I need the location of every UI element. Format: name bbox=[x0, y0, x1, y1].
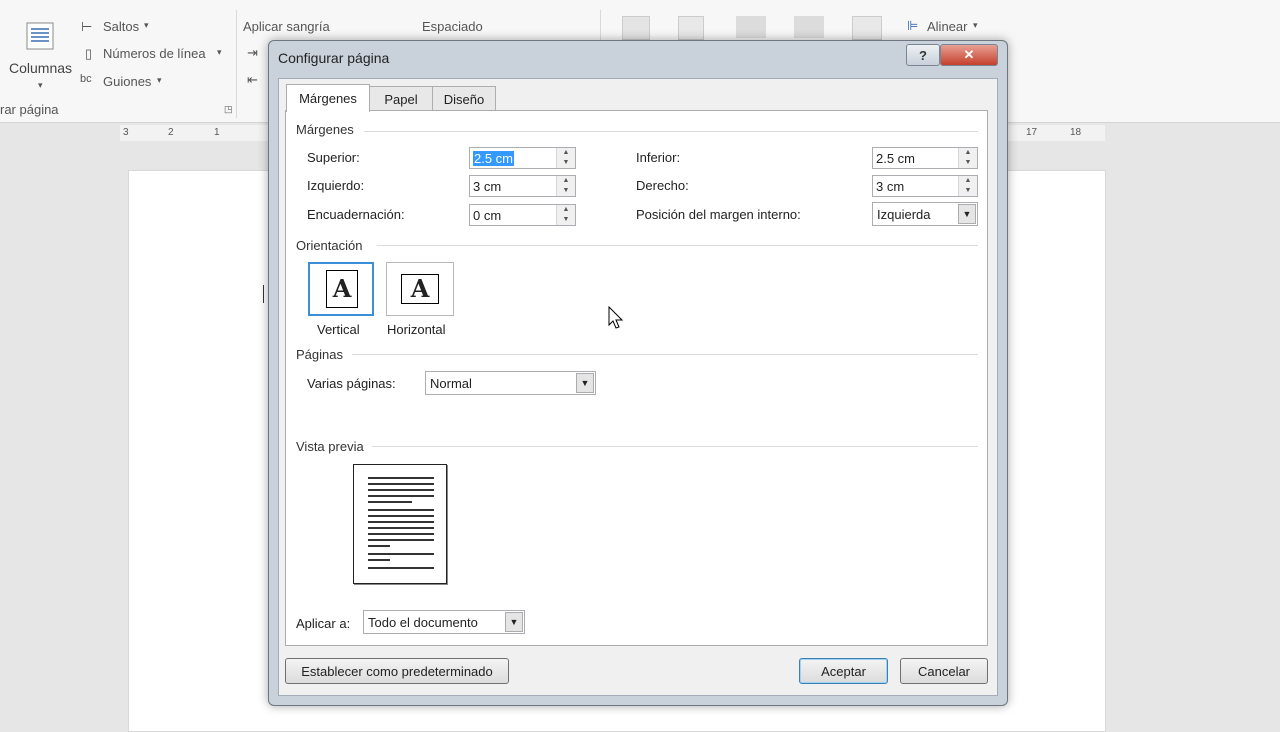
gutter-position-label: Posición del margen interno: bbox=[636, 207, 801, 222]
right-margin-spinner[interactable]: 3 cm ▲ ▼ bbox=[872, 175, 978, 197]
gutter-spinner[interactable]: 0 cm ▲ ▼ bbox=[469, 204, 576, 226]
multiple-pages-label: Varias páginas: bbox=[307, 376, 396, 391]
section-preview: Vista previa bbox=[296, 439, 364, 454]
indent-right-icon: ⇤ bbox=[247, 72, 258, 87]
spin-up-icon[interactable]: ▲ bbox=[557, 148, 575, 158]
mouse-cursor-icon bbox=[608, 306, 624, 329]
chevron-down-icon: ▾ bbox=[38, 80, 43, 90]
ruler-tick: 18 bbox=[1070, 127, 1082, 138]
spin-down-icon[interactable]: ▼ bbox=[557, 186, 575, 196]
breaks-button[interactable]: Saltos bbox=[103, 19, 139, 34]
ruler-tick: 1 bbox=[214, 127, 220, 138]
portrait-page-icon: A bbox=[326, 270, 358, 308]
spacing-label: Espaciado bbox=[422, 19, 483, 34]
right-margin-value[interactable]: 3 cm bbox=[876, 179, 904, 194]
ruler-tick: 2 bbox=[168, 127, 174, 138]
spin-down-icon[interactable]: ▼ bbox=[959, 186, 977, 196]
section-pages: Páginas bbox=[296, 347, 343, 362]
divider bbox=[364, 131, 978, 132]
left-margin-value[interactable]: 3 cm bbox=[473, 179, 501, 194]
ok-button[interactable]: Aceptar bbox=[799, 658, 888, 684]
top-margin-spinner[interactable]: 2.5 cm ▲ ▼ bbox=[469, 147, 576, 169]
spin-down-icon[interactable]: ▼ bbox=[557, 215, 575, 225]
selection-pane-icon[interactable] bbox=[852, 16, 882, 40]
spin-up-icon[interactable]: ▲ bbox=[557, 205, 575, 215]
hyphenation-icon: bc bbox=[80, 73, 92, 85]
cancel-button[interactable]: Cancelar bbox=[900, 658, 988, 684]
landscape-option[interactable]: A bbox=[386, 262, 454, 316]
chevron-down-icon[interactable]: ▼ bbox=[576, 373, 594, 393]
bottom-margin-spinner[interactable]: 2.5 cm ▲ ▼ bbox=[872, 147, 978, 169]
chevron-down-icon[interactable]: ▼ bbox=[505, 612, 523, 632]
align-icon: ⊫ bbox=[907, 18, 919, 33]
chevron-down-icon: ▾ bbox=[973, 20, 978, 30]
multiple-pages-value: Normal bbox=[430, 376, 472, 391]
divider bbox=[372, 446, 978, 447]
dialog-title: Configurar página bbox=[278, 50, 390, 66]
apply-to-select[interactable]: Todo el documento ▼ bbox=[363, 610, 525, 634]
line-numbers-button[interactable]: Números de línea bbox=[103, 46, 206, 61]
portrait-label[interactable]: Vertical bbox=[317, 322, 360, 337]
tab-paper[interactable]: Papel bbox=[368, 86, 434, 111]
top-margin-value[interactable]: 2.5 cm bbox=[473, 151, 515, 166]
right-margin-label: Derecho: bbox=[636, 178, 689, 193]
divider bbox=[352, 354, 978, 355]
ruler-tick: 17 bbox=[1026, 127, 1038, 138]
landscape-label[interactable]: Horizontal bbox=[387, 322, 446, 337]
landscape-page-icon: A bbox=[401, 274, 439, 304]
indent-label: Aplicar sangría bbox=[243, 19, 330, 34]
group-label: rar página bbox=[0, 102, 59, 117]
wrap-text-icon[interactable] bbox=[678, 16, 704, 40]
tab-layout[interactable]: Diseño bbox=[432, 86, 496, 111]
indent-left-icon: ⇥ bbox=[247, 45, 258, 60]
bottom-margin-label: Inferior: bbox=[636, 150, 681, 165]
page-preview bbox=[353, 464, 447, 584]
chevron-down-icon: ▾ bbox=[157, 75, 162, 85]
hyphenation-button[interactable]: Guiones bbox=[103, 74, 151, 89]
columns-icon bbox=[26, 22, 54, 50]
chevron-down-icon: ▾ bbox=[217, 47, 222, 57]
group-divider bbox=[236, 10, 237, 118]
spin-down-icon[interactable]: ▼ bbox=[557, 158, 575, 168]
portrait-option[interactable]: A bbox=[308, 262, 374, 316]
help-button[interactable]: ? bbox=[906, 44, 940, 66]
section-orientation: Orientación bbox=[296, 238, 363, 253]
align-button[interactable]: Alinear bbox=[927, 19, 967, 34]
line-numbers-icon: ▯ bbox=[85, 46, 93, 61]
chevron-down-icon[interactable]: ▼ bbox=[958, 204, 976, 224]
ruler-tick: 3 bbox=[123, 127, 129, 138]
left-margin-spinner[interactable]: 3 cm ▲ ▼ bbox=[469, 175, 576, 197]
left-margin-label: Izquierdo: bbox=[307, 178, 365, 193]
group-divider bbox=[600, 10, 601, 40]
spin-down-icon[interactable]: ▼ bbox=[959, 158, 977, 168]
gutter-label: Encuadernación: bbox=[307, 207, 405, 222]
send-backward-icon[interactable] bbox=[794, 16, 824, 38]
columns-button[interactable]: Columnas bbox=[9, 60, 72, 76]
bottom-margin-value[interactable]: 2.5 cm bbox=[876, 151, 915, 166]
position-icon[interactable] bbox=[622, 16, 650, 40]
breaks-icon: ⊢ bbox=[81, 19, 93, 34]
apply-to-value: Todo el documento bbox=[368, 615, 478, 630]
section-margins: Márgenes bbox=[296, 122, 354, 137]
bring-forward-icon[interactable] bbox=[736, 16, 766, 38]
chevron-down-icon: ▾ bbox=[144, 20, 149, 30]
tab-margins[interactable]: Márgenes bbox=[286, 84, 370, 112]
gutter-position-value: Izquierda bbox=[877, 207, 931, 222]
text-cursor bbox=[263, 285, 264, 303]
gutter-position-select[interactable]: Izquierda ▼ bbox=[872, 202, 978, 226]
gutter-value[interactable]: 0 cm bbox=[473, 208, 501, 223]
spin-up-icon[interactable]: ▲ bbox=[557, 176, 575, 186]
dialog-launcher-icon[interactable]: ◳ bbox=[224, 104, 233, 115]
apply-to-label: Aplicar a: bbox=[296, 616, 351, 631]
divider bbox=[377, 245, 978, 246]
spin-up-icon[interactable]: ▲ bbox=[959, 148, 977, 158]
spin-up-icon[interactable]: ▲ bbox=[959, 176, 977, 186]
set-default-button[interactable]: Establecer como predeterminado bbox=[285, 658, 509, 684]
top-margin-label: Superior: bbox=[307, 150, 360, 165]
multiple-pages-select[interactable]: Normal ▼ bbox=[425, 371, 596, 395]
close-button[interactable]: ✕ bbox=[940, 44, 998, 66]
